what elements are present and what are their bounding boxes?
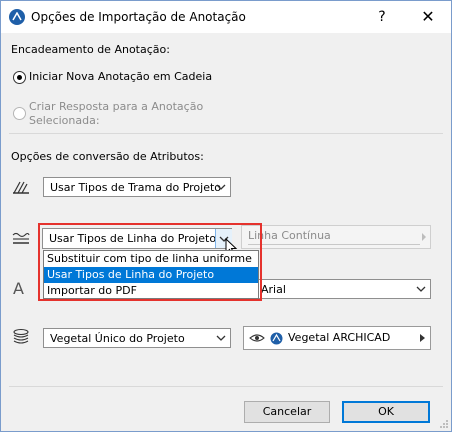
line-type-option-uniform[interactable]: Substituir com tipo de linha uniforme — [44, 251, 258, 267]
window-title: Opções de Importação de Anotação — [31, 10, 246, 24]
fill-type-value: Usar Tipos de Trama do Projeto — [50, 181, 222, 194]
new-chain-label[interactable]: Iniciar Nova Anotação em Cadeia — [29, 70, 212, 83]
new-chain-radio[interactable] — [13, 71, 26, 84]
chevron-down-icon — [216, 184, 226, 190]
cancel-button[interactable]: Cancelar — [244, 401, 330, 423]
caret-right-icon — [422, 233, 426, 241]
line-preview — [248, 244, 420, 245]
bottom-divider — [9, 386, 443, 387]
line-type-icon — [12, 232, 30, 244]
attribute-conversion-heading: Opções de conversão de Atributos: — [11, 150, 204, 163]
surface-picker-value: Vegetal ARCHICAD — [288, 331, 391, 344]
font-icon: A — [13, 279, 24, 298]
surface-value: Vegetal Único do Projeto — [50, 332, 185, 345]
surface-picker[interactable]: Vegetal ARCHICAD — [243, 326, 431, 350]
line-type-select[interactable]: Usar Tipos de Linha do Projeto — [42, 228, 232, 249]
ok-button[interactable]: OK — [342, 401, 430, 423]
font-value: Arial — [261, 283, 286, 296]
line-type-option-project[interactable]: Usar Tipos de Linha do Projeto — [44, 267, 258, 283]
fill-pattern-icon — [13, 181, 29, 194]
help-button[interactable]: ? — [371, 7, 393, 27]
fill-type-select[interactable]: Usar Tipos de Trama do Projeto — [43, 177, 231, 197]
uniform-line-type-value: Linha Contínua — [248, 229, 331, 242]
resize-grip-icon[interactable] — [439, 419, 449, 429]
eye-icon — [249, 334, 265, 342]
chevron-down-icon — [216, 335, 226, 341]
archicad-app-icon — [9, 9, 25, 25]
line-type-value: Usar Tipos de Linha do Projeto — [49, 232, 217, 245]
layers-icon — [13, 328, 29, 344]
reply-radio[interactable] — [13, 107, 26, 120]
import-options-dialog: Opções de Importação de Anotação ? ✕ Enc… — [0, 0, 452, 432]
reply-label: Criar Resposta para a Anotação Seleciona… — [29, 100, 204, 127]
archicad-surface-icon — [270, 332, 283, 345]
close-button[interactable]: ✕ — [416, 7, 440, 27]
annotation-chaining-heading: Encadeamento de Anotação: — [11, 43, 170, 56]
section-divider — [9, 133, 443, 134]
line-type-options-list: Substituir com tipo de linha uniforme Us… — [43, 250, 259, 299]
chevron-down-icon — [416, 286, 426, 292]
title-bar: Opções de Importação de Anotação ? ✕ — [1, 1, 451, 33]
surface-select[interactable]: Vegetal Único do Projeto — [43, 328, 231, 348]
font-select[interactable]: Arial — [254, 279, 431, 299]
caret-right-icon — [420, 334, 425, 342]
uniform-line-type-field: Linha Contínua — [241, 225, 431, 249]
line-type-option-import-pdf[interactable]: Importar do PDF — [44, 283, 258, 299]
